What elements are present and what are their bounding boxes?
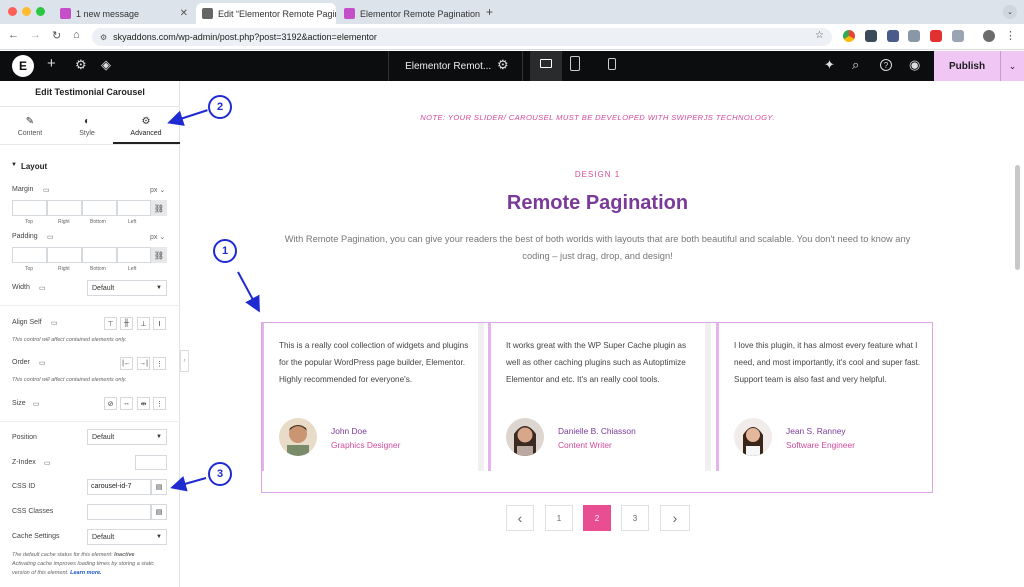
callout-badge-3: 3 — [208, 462, 232, 486]
annotation-arrows — [167, 109, 260, 492]
callout-arrow-3 — [170, 476, 207, 492]
callout-arrow-1 — [237, 271, 260, 313]
callout-badge-1: 1 — [213, 239, 237, 263]
callout-badge-2: 2 — [208, 95, 232, 119]
callout-arrow-2 — [167, 109, 209, 126]
